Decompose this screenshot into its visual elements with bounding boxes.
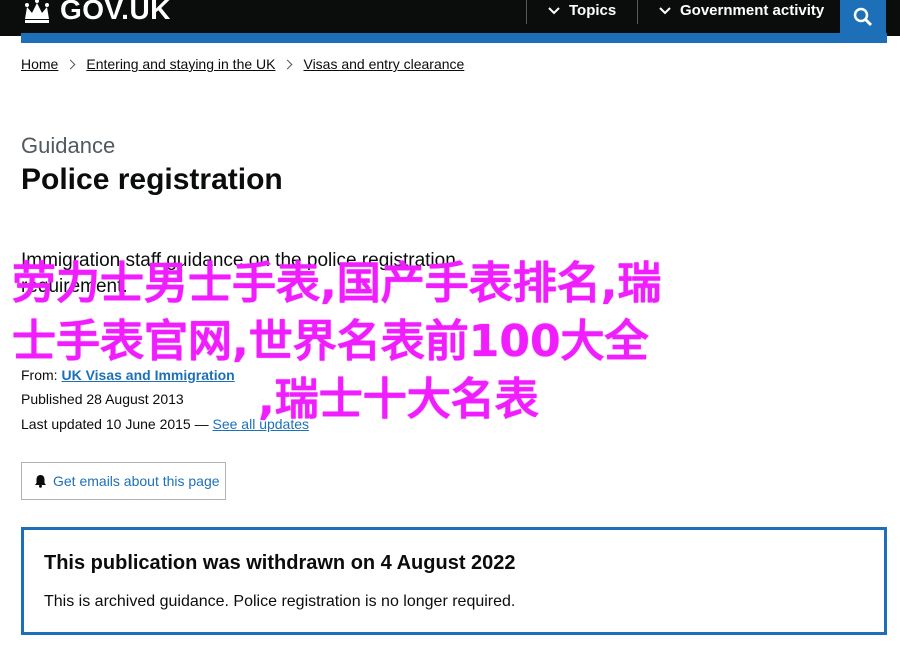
from-label: From: [21, 367, 58, 383]
published-date: 28 August 2013 [86, 391, 184, 407]
government-activity-label: Government activity [680, 2, 825, 19]
overlay-line: 士手表官网,世界名表前100大全 [12, 316, 649, 367]
see-all-updates-link[interactable]: See all updates [213, 416, 310, 432]
nav-divider [526, 0, 527, 24]
logo-text: GOV.UK [60, 0, 171, 25]
get-emails-button[interactable]: Get emails about this page [21, 462, 226, 500]
chevron-down-icon [659, 6, 671, 14]
nav-divider [637, 0, 638, 24]
breadcrumb-link-home[interactable]: Home [21, 56, 58, 72]
search-icon [853, 7, 873, 26]
breadcrumb-link-entering-staying[interactable]: Entering and staying in the UK [86, 56, 275, 72]
page-title: Police registration [21, 163, 283, 196]
header-accent-bar [21, 33, 887, 43]
breadcrumb-separator [65, 59, 76, 69]
bell-icon [35, 475, 46, 488]
get-emails-label: Get emails about this page [53, 473, 220, 489]
published-label: Published [21, 391, 83, 407]
breadcrumb: Home Entering and staying in the UK Visa… [21, 56, 464, 72]
metadata-from: From: UK Visas and Immigration [21, 367, 235, 383]
overlay-line: 劳力士男士手表,国产手表排名,瑞 [12, 258, 662, 309]
updated-separator: — [194, 416, 209, 432]
from-organisation-link[interactable]: UK Visas and Immigration [61, 367, 234, 383]
updated-label: Last updated [21, 416, 102, 432]
government-activity-menu-button[interactable]: Government activity [658, 2, 824, 19]
breadcrumb-link-visas[interactable]: Visas and entry clearance [303, 56, 464, 72]
chevron-down-icon [548, 6, 560, 14]
metadata-published: Published 28 August 2013 [21, 391, 184, 407]
page-caption: Guidance [21, 133, 116, 158]
site-header: GOV.UK Topics Government activity [0, 0, 900, 36]
search-button[interactable] [840, 0, 886, 33]
notice-body: This is archived guidance. Police regist… [44, 593, 516, 610]
metadata-updated: Last updated 10 June 2015 — See all upda… [21, 416, 309, 432]
govuk-logo[interactable]: GOV.UK [22, 0, 171, 26]
notice-title: This publication was withdrawn on 4 Augu… [44, 552, 516, 574]
updated-date: 10 June 2015 [105, 416, 191, 432]
breadcrumb-separator [283, 59, 293, 69]
topics-menu-button[interactable]: Topics [547, 2, 616, 19]
topics-label: Topics [569, 2, 617, 19]
crown-icon [25, 0, 49, 23]
withdrawn-notice: This publication was withdrawn on 4 Augu… [21, 527, 887, 635]
